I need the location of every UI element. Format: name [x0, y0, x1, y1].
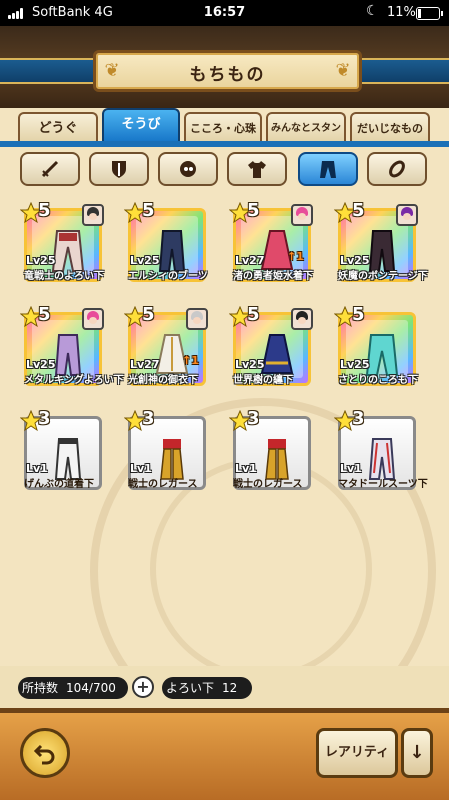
- helmet-icon: [180, 161, 196, 177]
- main-panel: どうぐ そうび こころ・心珠 みんなとスタンプ だいじなもの 5: [0, 108, 449, 666]
- item-level: Lv25: [340, 358, 370, 371]
- item-level: Lv27: [130, 358, 160, 371]
- page-title: もちもの: [189, 65, 266, 85]
- status-bar: SoftBank 4G 16:57 ☾ 11%: [0, 0, 449, 26]
- item-card[interactable]: 5 ↑1 Lv27 渚の勇者姫水着下: [229, 200, 313, 282]
- tab-equipment[interactable]: そうび: [102, 108, 180, 142]
- shield-icon: [112, 161, 126, 178]
- item-level: Lv25: [235, 358, 265, 371]
- rarity-value: 3: [38, 408, 51, 429]
- item-name: 戦士のレガース: [128, 479, 198, 490]
- tab-items[interactable]: どうぐ: [18, 112, 98, 142]
- back-button[interactable]: [20, 728, 70, 778]
- item-card[interactable]: 5 Lv25 妖魔のボンテージ下: [334, 200, 428, 282]
- item-level: Lv1: [340, 462, 362, 475]
- ornament-right-icon: ❦: [335, 60, 351, 81]
- rarity-value: 5: [142, 304, 155, 325]
- do-not-disturb-icon: ☾: [366, 3, 379, 19]
- rarity-value: 5: [142, 200, 155, 221]
- item-level: Lv25: [130, 254, 160, 267]
- item-card[interactable]: 5 Lv25 エルシィのブーツ: [124, 200, 208, 282]
- back-arrow-icon: [33, 744, 55, 765]
- item-name: さとりのころも下: [338, 375, 418, 386]
- filter-accessory-button[interactable]: [367, 152, 427, 186]
- item-name: 妖魔のボンテージ下: [338, 271, 428, 282]
- item-card[interactable]: 5 Lv25 竜戦士のよろい下: [20, 200, 104, 282]
- rarity-value: 3: [142, 408, 155, 429]
- character-avatar-icon: [291, 204, 313, 226]
- tab-stamps[interactable]: みんなとスタンプ: [266, 112, 346, 164]
- pants-icon: [320, 161, 336, 178]
- character-avatar-icon: [291, 308, 313, 330]
- item-card[interactable]: 3 Lv1 マタドールスーツ下: [334, 408, 428, 490]
- item-level: Lv1: [130, 462, 152, 475]
- equipment-filter-bar: [0, 152, 449, 192]
- item-card[interactable]: 5 ↑1 Lv27 光創神の御衣下: [124, 304, 208, 386]
- character-avatar-icon: [186, 308, 208, 330]
- category-value: 12: [222, 681, 238, 695]
- item-name: エルシィのブーツ: [128, 271, 208, 282]
- item-card[interactable]: 3 Lv1 戦士のレガース: [229, 408, 311, 490]
- item-level: Lv25: [340, 254, 370, 267]
- item-name: 竜戦士のよろい下: [24, 271, 104, 282]
- category-label: よろい下: [166, 681, 215, 695]
- character-avatar-icon: [82, 204, 104, 226]
- item-level: Lv25: [26, 358, 56, 371]
- item-name: 戦士のレガース: [233, 479, 303, 490]
- item-name: 世界樹の纏下: [233, 375, 293, 386]
- tab-bar: どうぐ そうび こころ・心珠 みんなとスタンプ だいじなもの: [0, 108, 449, 164]
- tab-key-items[interactable]: だいじなもの: [350, 112, 430, 142]
- character-avatar-icon: [82, 308, 104, 330]
- filter-shield-button[interactable]: [89, 152, 149, 186]
- item-name: 光創神の御衣下: [128, 375, 198, 386]
- battery-icon: [416, 7, 443, 20]
- sort-order-button[interactable]: ↓: [401, 728, 433, 778]
- item-name: マタドールスーツ下: [338, 479, 428, 490]
- battery-percent: 11%: [387, 5, 416, 20]
- item-level: Lv25: [26, 254, 56, 267]
- item-level: Lv27: [235, 254, 265, 267]
- item-name: メタルキングよろい下: [24, 375, 124, 386]
- sort-rarity-button[interactable]: レアリティ: [316, 728, 398, 778]
- upgrade-badge: ↑1: [182, 354, 199, 367]
- filter-body-button[interactable]: [227, 152, 287, 186]
- filter-legs-button[interactable]: [298, 152, 358, 186]
- rarity-value: 5: [352, 304, 365, 325]
- item-name: 渚の勇者姫水着下: [233, 271, 313, 282]
- inventory-label: 所持数: [22, 681, 59, 695]
- tab-underline: [0, 141, 449, 147]
- item-card[interactable]: 5 Lv25 さとりのころも下: [334, 304, 418, 386]
- category-count: よろい下 12: [162, 677, 252, 699]
- accessory-icon: [389, 160, 405, 178]
- clock: 16:57: [203, 5, 246, 20]
- expand-inventory-button[interactable]: +: [132, 676, 154, 698]
- item-level: Lv1: [235, 462, 257, 475]
- footer-bar: レアリティ ↓: [0, 708, 449, 800]
- item-card[interactable]: 5 Lv25 世界樹の纏下: [229, 304, 313, 386]
- title-plaque: ❦ もちもの ❦: [93, 50, 362, 92]
- inventory-info-bar: 所持数 104/700 よろい下 12: [0, 666, 449, 708]
- filter-weapon-button[interactable]: [20, 152, 80, 186]
- rarity-value: 3: [352, 408, 365, 429]
- upgrade-badge: ↑1: [287, 250, 304, 263]
- header: ❦ もちもの ❦: [0, 26, 449, 108]
- shirt-icon: [248, 161, 266, 178]
- rarity-value: 5: [38, 304, 51, 325]
- item-card[interactable]: 3 Lv1 げんぶの道着下: [20, 408, 102, 490]
- item-name: げんぶの道着下: [24, 479, 94, 490]
- item-level: Lv1: [26, 462, 48, 475]
- inventory-value: 104/700: [66, 681, 116, 695]
- item-card[interactable]: 3 Lv1 戦士のレガース: [124, 408, 206, 490]
- rarity-value: 5: [247, 304, 260, 325]
- rarity-value: 5: [247, 200, 260, 221]
- tab-kokoro[interactable]: こころ・心珠: [184, 112, 262, 142]
- item-card[interactable]: 5 Lv25 メタルキングよろい下: [20, 304, 124, 386]
- rarity-value: 5: [352, 200, 365, 221]
- rarity-value: 3: [247, 408, 260, 429]
- character-avatar-icon: [396, 204, 418, 226]
- rarity-value: 5: [38, 200, 51, 221]
- filter-head-button[interactable]: [158, 152, 218, 186]
- sword-icon: [41, 160, 59, 178]
- inventory-count: 所持数 104/700: [18, 677, 128, 699]
